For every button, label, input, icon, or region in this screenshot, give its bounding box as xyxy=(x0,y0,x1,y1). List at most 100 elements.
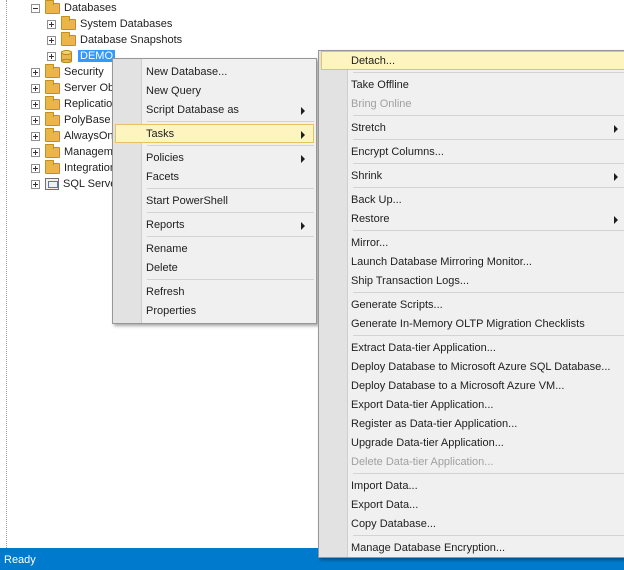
menu-item-policies[interactable]: Policies xyxy=(115,148,314,167)
tree-node-alwayson[interactable]: AlwaysOn xyxy=(31,127,114,144)
tree-node-management[interactable]: Manageme xyxy=(31,143,120,160)
expand-icon[interactable] xyxy=(31,179,40,189)
expand-icon[interactable] xyxy=(31,99,40,109)
expand-icon[interactable] xyxy=(31,83,40,93)
menu-item-reports[interactable]: Reports xyxy=(115,215,314,234)
menu-item-stretch[interactable]: Stretch xyxy=(321,118,624,137)
menu-item-start-powershell[interactable]: Start PowerShell xyxy=(115,191,314,210)
menu-item-back-up[interactable]: Back Up... xyxy=(321,190,624,209)
expand-icon[interactable] xyxy=(47,35,56,45)
menu-item-export-data-tier[interactable]: Export Data-tier Application... xyxy=(321,395,624,414)
menu-item-detach[interactable]: Detach... xyxy=(321,51,624,70)
tree-node-label: PolyBase xyxy=(64,114,111,126)
menu-item-encrypt-columns[interactable]: Encrypt Columns... xyxy=(321,142,624,161)
menu-item-new-database[interactable]: New Database... xyxy=(115,62,314,81)
tree-node-label: Integration xyxy=(64,162,116,174)
expand-icon[interactable] xyxy=(47,51,56,61)
menu-item-launch-mirroring-monitor[interactable]: Launch Database Mirroring Monitor... xyxy=(321,252,624,271)
tree-node-demo[interactable]: DEMO xyxy=(47,48,115,64)
menu-separator xyxy=(353,163,624,164)
menu-separator xyxy=(353,187,624,188)
menu-item-new-query[interactable]: New Query xyxy=(115,81,314,100)
folder-icon xyxy=(45,143,60,158)
menu-item-label: Restore xyxy=(351,213,390,225)
expand-icon[interactable] xyxy=(31,131,40,141)
submenu-arrow-icon xyxy=(614,216,618,224)
menu-item-extract-data-tier[interactable]: Extract Data-tier Application... xyxy=(321,338,624,357)
submenu-arrow-icon xyxy=(301,131,305,139)
submenu-arrow-icon xyxy=(301,155,305,163)
collapse-icon[interactable] xyxy=(31,3,40,13)
expand-icon[interactable] xyxy=(31,147,40,157)
tree-guide-line xyxy=(6,0,7,548)
tasks-submenu: Detach... Take Offline Bring Online Stre… xyxy=(318,50,624,558)
database-icon xyxy=(61,49,72,63)
menu-separator xyxy=(147,121,314,122)
tree-node-label: Databases xyxy=(64,2,117,14)
folder-icon xyxy=(45,111,60,126)
menu-item-tasks[interactable]: Tasks xyxy=(115,124,314,143)
menu-item-ship-transaction-logs[interactable]: Ship Transaction Logs... xyxy=(321,271,624,290)
menu-separator xyxy=(147,145,314,146)
tree-node-sql-server-agent[interactable]: SQL Server xyxy=(31,176,120,192)
tree-node-databases[interactable]: Databases xyxy=(31,0,117,16)
menu-item-deploy-azure-sql[interactable]: Deploy Database to Microsoft Azure SQL D… xyxy=(321,357,624,376)
menu-item-label: Stretch xyxy=(351,122,386,134)
expand-icon[interactable] xyxy=(31,115,40,125)
submenu-arrow-icon xyxy=(301,107,305,115)
menu-item-export-data[interactable]: Export Data... xyxy=(321,495,624,514)
tree-node-server-objects[interactable]: Server Obje xyxy=(31,79,123,96)
tree-node-label-selected: DEMO xyxy=(78,50,115,62)
tree-node-security[interactable]: Security xyxy=(31,63,104,80)
menu-separator xyxy=(147,212,314,213)
tree-node-polybase[interactable]: PolyBase xyxy=(31,111,111,128)
tree-node-replication[interactable]: Replication xyxy=(31,95,118,112)
menu-item-import-data[interactable]: Import Data... xyxy=(321,476,624,495)
tree-node-system-databases[interactable]: System Databases xyxy=(47,15,172,32)
menu-item-deploy-azure-vm[interactable]: Deploy Database to a Microsoft Azure VM.… xyxy=(321,376,624,395)
submenu-arrow-icon xyxy=(614,125,618,133)
menu-item-shrink[interactable]: Shrink xyxy=(321,166,624,185)
menu-item-manage-encryption[interactable]: Manage Database Encryption... xyxy=(321,538,624,557)
menu-separator xyxy=(353,292,624,293)
expand-icon[interactable] xyxy=(47,19,56,29)
folder-icon xyxy=(61,31,76,46)
menu-item-refresh[interactable]: Refresh xyxy=(115,282,314,301)
menu-item-delete[interactable]: Delete xyxy=(115,258,314,277)
menu-item-restore[interactable]: Restore xyxy=(321,209,624,228)
expand-icon[interactable] xyxy=(31,163,40,173)
menu-item-properties[interactable]: Properties xyxy=(115,301,314,320)
agent-icon xyxy=(45,178,59,190)
menu-separator xyxy=(147,188,314,189)
submenu-arrow-icon xyxy=(301,222,305,230)
expand-icon[interactable] xyxy=(31,67,40,77)
menu-separator xyxy=(353,473,624,474)
menu-item-bring-online: Bring Online xyxy=(351,98,412,110)
menu-item-rename[interactable]: Rename xyxy=(115,239,314,258)
menu-item-generate-scripts[interactable]: Generate Scripts... xyxy=(321,295,624,314)
tree-node-integration[interactable]: Integration xyxy=(31,159,116,176)
submenu-arrow-icon xyxy=(614,173,618,181)
menu-item-script-database-as[interactable]: Script Database as xyxy=(115,100,314,119)
menu-separator xyxy=(147,236,314,237)
tree-node-label: Manageme xyxy=(64,146,120,158)
menu-item-take-offline[interactable]: Take Offline xyxy=(321,75,624,94)
tree-node-label: Security xyxy=(64,66,104,78)
menu-separator xyxy=(353,335,624,336)
menu-separator xyxy=(147,279,314,280)
menu-item-generate-oltp-checklists[interactable]: Generate In-Memory OLTP Migration Checkl… xyxy=(321,314,624,333)
menu-item-label: Shrink xyxy=(351,170,383,182)
menu-separator xyxy=(353,535,624,536)
menu-item-register-data-tier[interactable]: Register as Data-tier Application... xyxy=(321,414,624,433)
menu-item-label: Policies xyxy=(146,152,184,164)
menu-separator xyxy=(353,72,624,73)
tree-node-label: AlwaysOn xyxy=(64,130,114,142)
menu-item-copy-database[interactable]: Copy Database... xyxy=(321,514,624,533)
tree-node-database-snapshots[interactable]: Database Snapshots xyxy=(47,31,182,48)
menu-separator xyxy=(353,115,624,116)
menu-item-label: Tasks xyxy=(146,128,175,140)
menu-item-mirror[interactable]: Mirror... xyxy=(321,233,624,252)
folder-icon xyxy=(45,63,60,78)
menu-item-facets[interactable]: Facets xyxy=(115,167,314,186)
menu-item-upgrade-data-tier[interactable]: Upgrade Data-tier Application... xyxy=(321,433,624,452)
